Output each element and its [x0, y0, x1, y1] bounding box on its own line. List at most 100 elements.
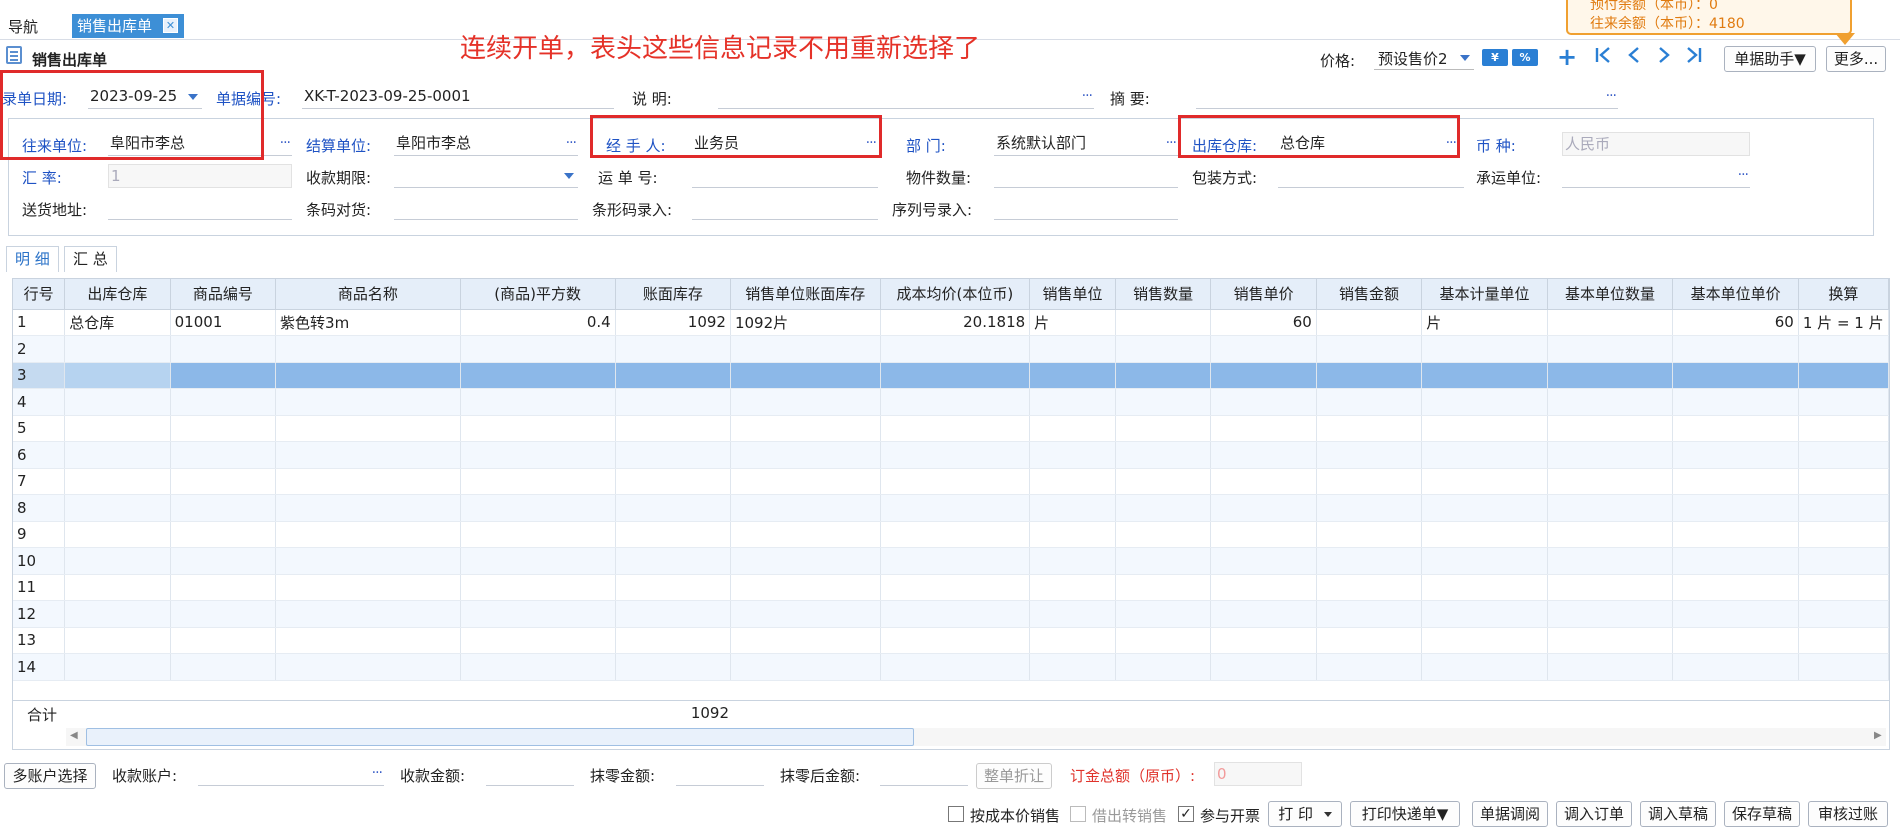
table-cell[interactable]: 60: [1672, 309, 1799, 336]
table-cell[interactable]: [64, 547, 171, 575]
table-cell[interactable]: [1547, 547, 1674, 575]
barcode-entry-field[interactable]: [692, 196, 878, 220]
table-cell[interactable]: [1316, 468, 1423, 495]
table-cell[interactable]: [730, 441, 881, 469]
save-draft-button[interactable]: 保存草稿: [1724, 801, 1800, 827]
table-cell[interactable]: [880, 441, 1031, 469]
table-cell[interactable]: [1316, 388, 1423, 416]
settlement-field[interactable]: 阜阳市李总 ···: [394, 132, 578, 156]
department-field[interactable]: 系统默认部门 ···: [994, 132, 1178, 156]
table-cell[interactable]: [460, 362, 616, 389]
table-cell[interactable]: [1316, 521, 1423, 548]
table-cell[interactable]: [1029, 335, 1116, 363]
table-cell[interactable]: 紫色转3m: [275, 309, 461, 336]
column-header[interactable]: 商品名称: [275, 279, 461, 310]
table-cell[interactable]: [880, 600, 1031, 628]
table-cell[interactable]: [1547, 388, 1674, 416]
column-header[interactable]: 账面库存: [615, 279, 731, 310]
ellipsis-icon[interactable]: ···: [372, 762, 383, 784]
summary-field[interactable]: ···: [1196, 85, 1618, 109]
table-cell[interactable]: [275, 653, 461, 681]
table-cell[interactable]: [730, 388, 881, 416]
packing-field[interactable]: [1278, 164, 1464, 188]
table-cell[interactable]: [1316, 309, 1423, 336]
table-cell[interactable]: 60: [1210, 309, 1317, 336]
table-cell[interactable]: [1115, 521, 1212, 548]
price-select[interactable]: 预设售价2: [1374, 46, 1474, 70]
close-icon[interactable]: ✕: [163, 18, 178, 33]
address-field[interactable]: [108, 196, 292, 220]
ellipsis-icon[interactable]: ···: [1082, 85, 1093, 107]
table-cell[interactable]: [1029, 468, 1116, 495]
table-cell[interactable]: [170, 574, 277, 601]
table-cell[interactable]: [1029, 415, 1116, 442]
column-header[interactable]: 出库仓库: [64, 279, 171, 310]
table-cell[interactable]: [1421, 468, 1548, 495]
table-cell[interactable]: [1316, 600, 1423, 628]
ellipsis-icon[interactable]: ···: [1738, 164, 1749, 186]
table-cell[interactable]: [1798, 335, 1889, 363]
table-cell[interactable]: [275, 574, 461, 601]
table-cell[interactable]: [1210, 415, 1317, 442]
table-cell[interactable]: [1210, 627, 1317, 654]
column-header[interactable]: 成本均价(本位币): [880, 279, 1031, 310]
waybill-field[interactable]: [692, 164, 878, 188]
table-cell[interactable]: [615, 653, 731, 681]
payment-term-select[interactable]: [394, 164, 578, 188]
table-cell[interactable]: [1210, 521, 1317, 548]
table-cell[interactable]: [730, 547, 881, 575]
table-cell[interactable]: [1316, 362, 1423, 389]
column-header[interactable]: 销售单位: [1029, 279, 1116, 310]
table-cell[interactable]: [880, 574, 1031, 601]
scrollbar-thumb[interactable]: [86, 728, 914, 746]
table-cell[interactable]: [1672, 547, 1799, 575]
table-cell[interactable]: [880, 521, 1031, 548]
table-cell[interactable]: [615, 335, 731, 363]
table-cell[interactable]: [1672, 388, 1799, 416]
yuan-toggle-button[interactable]: ¥: [1482, 49, 1508, 66]
column-header[interactable]: 基本单位单价: [1672, 279, 1799, 310]
table-cell[interactable]: [1029, 362, 1116, 389]
table-cell[interactable]: [1029, 441, 1116, 469]
table-cell[interactable]: [1547, 309, 1674, 336]
table-cell[interactable]: [1547, 494, 1674, 522]
table-cell[interactable]: [64, 574, 171, 601]
table-cell[interactable]: [1210, 600, 1317, 628]
table-cell[interactable]: [1316, 574, 1423, 601]
table-cell[interactable]: [1316, 335, 1423, 363]
table-cell[interactable]: [1210, 468, 1317, 495]
table-cell[interactable]: [730, 574, 881, 601]
table-cell[interactable]: [460, 547, 616, 575]
table-cell[interactable]: [64, 521, 171, 548]
table-cell[interactable]: [615, 521, 731, 548]
table-row[interactable]: 10: [13, 547, 1889, 575]
ellipsis-icon[interactable]: ···: [566, 132, 577, 154]
more-button[interactable]: 更多...: [1826, 46, 1886, 72]
table-cell[interactable]: [730, 627, 881, 654]
multi-account-button[interactable]: 多账户选择: [4, 763, 96, 789]
table-cell[interactable]: [170, 468, 277, 495]
table-cell[interactable]: [1798, 653, 1889, 681]
ellipsis-icon[interactable]: ···: [1606, 85, 1617, 107]
table-cell[interactable]: [880, 335, 1031, 363]
table-cell[interactable]: [1672, 600, 1799, 628]
table-cell[interactable]: [730, 600, 881, 628]
table-cell[interactable]: [275, 521, 461, 548]
carrier-field[interactable]: ···: [1562, 164, 1750, 188]
table-row[interactable]: 4: [13, 388, 1889, 416]
table-cell[interactable]: [1672, 441, 1799, 469]
table-cell[interactable]: [1115, 309, 1212, 336]
column-header[interactable]: 基本计量单位: [1421, 279, 1548, 310]
table-cell[interactable]: [1547, 335, 1674, 363]
table-cell[interactable]: [1029, 600, 1116, 628]
column-header[interactable]: 销售单价: [1210, 279, 1317, 310]
table-cell[interactable]: [1029, 574, 1116, 601]
table-cell[interactable]: [170, 600, 277, 628]
table-row[interactable]: 7: [13, 468, 1889, 495]
table-cell[interactable]: [170, 388, 277, 416]
table-cell[interactable]: [275, 627, 461, 654]
table-cell[interactable]: [170, 335, 277, 363]
table-cell[interactable]: [1798, 362, 1889, 389]
table-cell[interactable]: [460, 494, 616, 522]
table-cell[interactable]: [1421, 335, 1548, 363]
